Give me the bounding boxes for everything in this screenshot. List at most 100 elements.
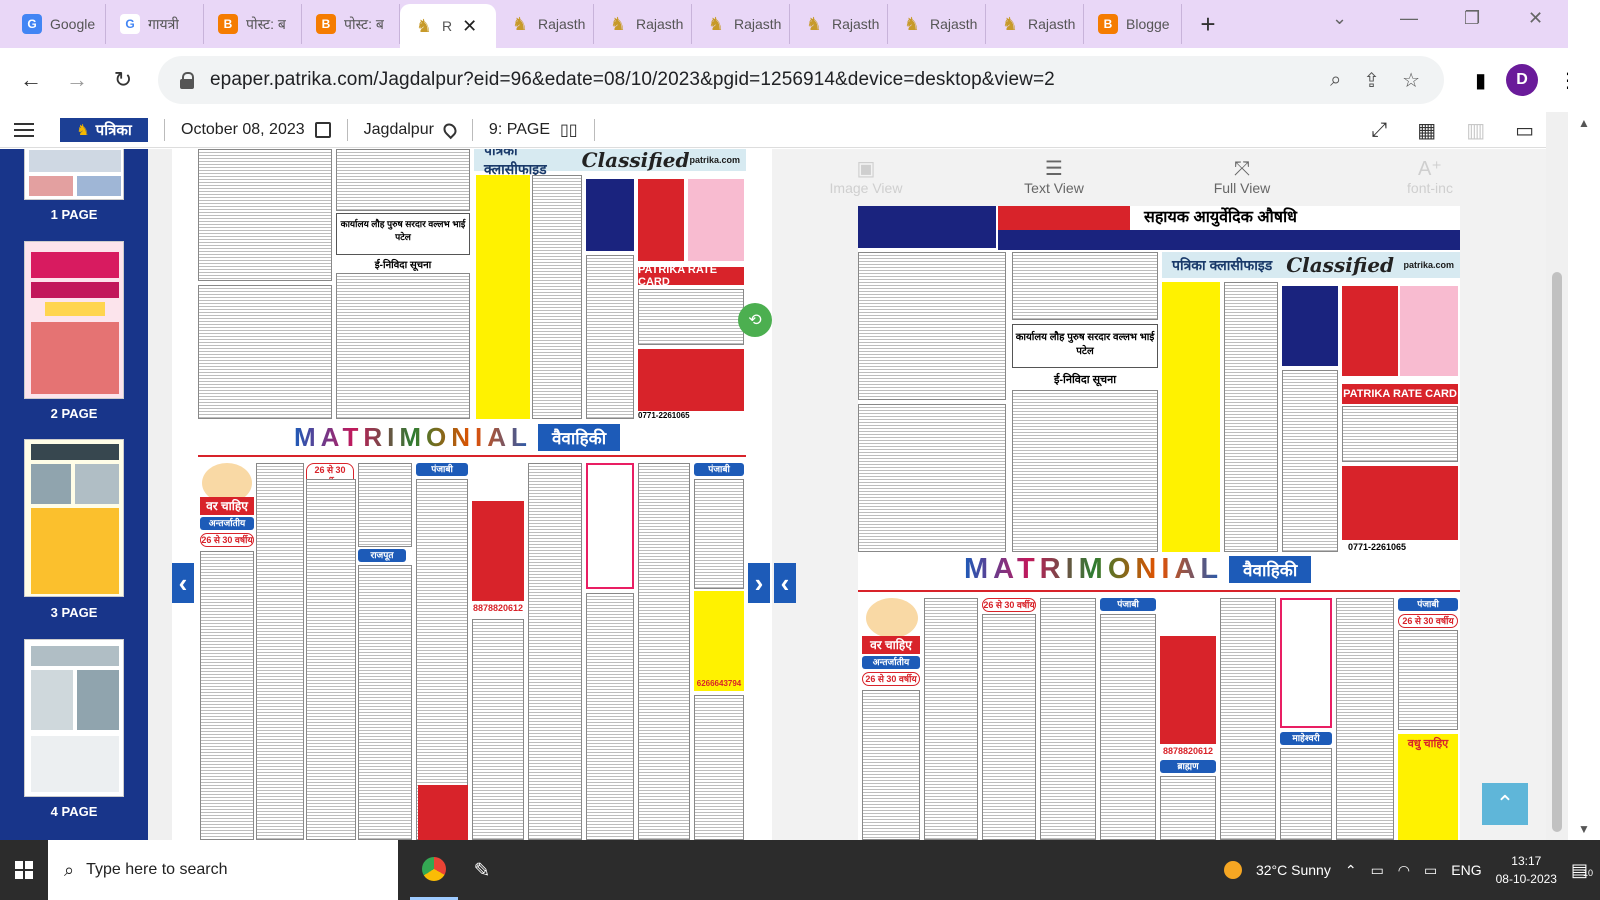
site-tag: patrika.com [689,155,740,165]
meet-icon[interactable]: ▭ [1371,862,1384,879]
tab-title: पोस्ट: ब [246,15,286,32]
bookmark-star-icon[interactable]: ☆ [1402,68,1420,93]
weather-text[interactable]: 32°C Sunny [1256,862,1331,878]
browser-tab[interactable]: G Google [8,4,106,44]
classified-ad-photo [1400,286,1458,376]
maximize-icon[interactable]: ❐ [1464,8,1480,29]
clock[interactable]: 13:17 08-10-2023 [1496,852,1557,888]
tab-title: Rajasth [1028,16,1075,32]
browser-tab[interactable]: B Blogge [1084,4,1182,44]
view-mode-text-view[interactable]: ☰ Text View [960,149,1148,205]
date-label: October 08, 2023 [181,120,305,138]
next-page-arrow[interactable]: › [748,563,770,603]
page-selector[interactable]: 9: PAGE ▯▯ [489,120,578,140]
browser-tab[interactable]: ♞ Rajasth [496,4,594,44]
taskbar-search-box[interactable]: ⌕ Type here to search [48,840,398,900]
browser-tab[interactable]: B पोस्ट: ब [204,4,302,44]
patrika-lion-icon: ♞ [511,13,529,34]
url-text[interactable]: epaper.patrika.com/Jagdalpur?eid=96&edat… [210,69,1055,91]
page-scrollbar[interactable] [1546,112,1568,840]
view-mode-image[interactable]: ▣ Image View [772,149,960,205]
thumbnail-label[interactable]: 4 PAGE [0,804,148,819]
thumbnail-page-2[interactable] [24,241,124,399]
blogger-icon: B [1098,14,1118,34]
caste-tag: राजपूत [358,549,406,562]
browser-tab[interactable]: ♞ Rajasth [888,4,986,44]
view-mode-font-increase[interactable]: A⁺ font-inc [1336,149,1524,205]
new-tab-button[interactable]: + [1188,4,1228,44]
zoom-icon[interactable]: ⌕ [1330,69,1341,92]
reload-icon[interactable]: ↻ [100,57,146,103]
want-groom-label: वर चाहिए [862,636,920,654]
forward-icon[interactable]: → [54,57,100,103]
tray-overflow-icon[interactable]: ⌃ [1345,862,1357,879]
thumbnail-label[interactable]: 1 PAGE [0,207,148,222]
patrika-lion-icon: ♞ [707,13,725,34]
app-taskbar-icon[interactable]: ✎ [458,840,506,900]
browser-tab[interactable]: ♞ Rajasth [692,4,790,44]
caste-tag: ब्राह्मण [1160,760,1216,773]
thumbnail-page-1[interactable] [24,149,124,200]
minimize-icon[interactable]: — [1400,8,1418,29]
browser-tab[interactable]: ♞ R ✕ [400,4,496,48]
prev-page-arrow[interactable]: ‹ [172,563,194,603]
scroll-up-icon[interactable]: ▲ [1578,116,1590,130]
browser-tab[interactable]: B पोस्ट: ब [302,4,400,44]
chrome-taskbar-icon[interactable] [410,840,458,900]
date-picker[interactable]: October 08, 2023 [181,121,331,139]
newspaper-page-right-zoomed[interactable]: सहायक आयुर्वेदिक औषधि कार्यालय लौह पुरुष… [858,206,1460,840]
url-bar[interactable]: epaper.patrika.com/Jagdalpur?eid=96&edat… [158,56,1444,104]
start-button[interactable] [0,840,48,900]
matrimonial-column [1040,598,1096,840]
scroll-down-icon[interactable]: ▼ [1578,822,1590,836]
battery-icon[interactable]: ▭ [1424,862,1437,879]
thumbnail-label[interactable]: 2 PAGE [0,406,148,421]
wifi-icon[interactable]: ◠ [1398,862,1410,879]
tab-search-icon[interactable]: ⌄ [1332,8,1347,29]
collapse-panel-arrow[interactable]: ‹ [774,563,796,603]
two-page-view-icon[interactable]: ▥ [1466,118,1485,143]
browser-tab[interactable]: ♞ Rajasth [986,4,1084,44]
browser-tab[interactable]: G गायत्री [106,4,204,44]
share-icon[interactable]: ⟲ [738,303,772,337]
lock-icon[interactable] [180,72,194,89]
phone-number: 8878820612 [472,603,524,613]
matrimonial-column [200,551,254,840]
back-icon[interactable]: ← [8,57,54,103]
thumbnail-page-3[interactable] [24,439,124,597]
edition-selector[interactable]: Jagdalpur [364,120,460,139]
view-mode-bar: ▣ Image View ☰ Text View ⤧ Full View A⁺ font-in… [772,149,1546,205]
share-page-icon[interactable]: ⇪ [1363,68,1380,93]
tab-title: Rajasth [734,16,781,32]
back-to-top-button[interactable]: ⌃ [1482,783,1528,825]
browser-tab[interactable]: ♞ Rajasth [790,4,888,44]
fullscreen-icon[interactable]: ⤢ [1371,119,1387,142]
side-panel-icon[interactable]: ▮ [1475,68,1486,93]
matrimonial-column [1280,748,1332,840]
thumbnail-page-4[interactable] [24,639,124,797]
view-mode-label: Full View [1213,180,1271,196]
grid-view-icon[interactable]: ▦ [1417,118,1436,143]
thumbnail-label[interactable]: 3 PAGE [0,605,148,620]
age-tag: 26 से 30 वर्षीय [862,672,920,686]
view-mode-full-view[interactable]: ⤧ Full View [1148,149,1336,205]
patrika-logo[interactable]: ♞ पत्रिका [60,117,148,142]
profile-avatar[interactable]: D [1506,64,1538,96]
close-window-icon[interactable]: ✕ [1528,8,1543,29]
single-page-view-icon[interactable]: ▭ [1515,118,1534,143]
tab-title: पोस्ट: ब [344,15,384,32]
clock-date: 08-10-2023 [1495,872,1557,886]
patrika-lion-icon: ♞ [609,13,627,34]
epaper-toolbar: ♞ पत्रिका October 08, 2023 Jagdalpur 9: P… [0,112,1546,148]
hamburger-menu-icon[interactable] [0,122,48,137]
close-tab-icon[interactable]: ✕ [462,16,477,37]
classified-en-label: Classified [581,149,690,172]
tab-title: गायत्री [148,15,179,32]
language-indicator[interactable]: ENG [1451,862,1481,878]
classified-ad-red [638,179,684,261]
matrimonial-column [306,479,356,840]
newspaper-page-left[interactable]: कार्यालय लौह पुरुष सरदार वल्लभ भाई पटेल … [196,149,746,840]
browser-tab[interactable]: ♞ Rajasth [594,4,692,44]
notification-icon[interactable]: ▤ 10 [1571,860,1593,881]
scrollbar-thumb[interactable] [1552,272,1562,832]
